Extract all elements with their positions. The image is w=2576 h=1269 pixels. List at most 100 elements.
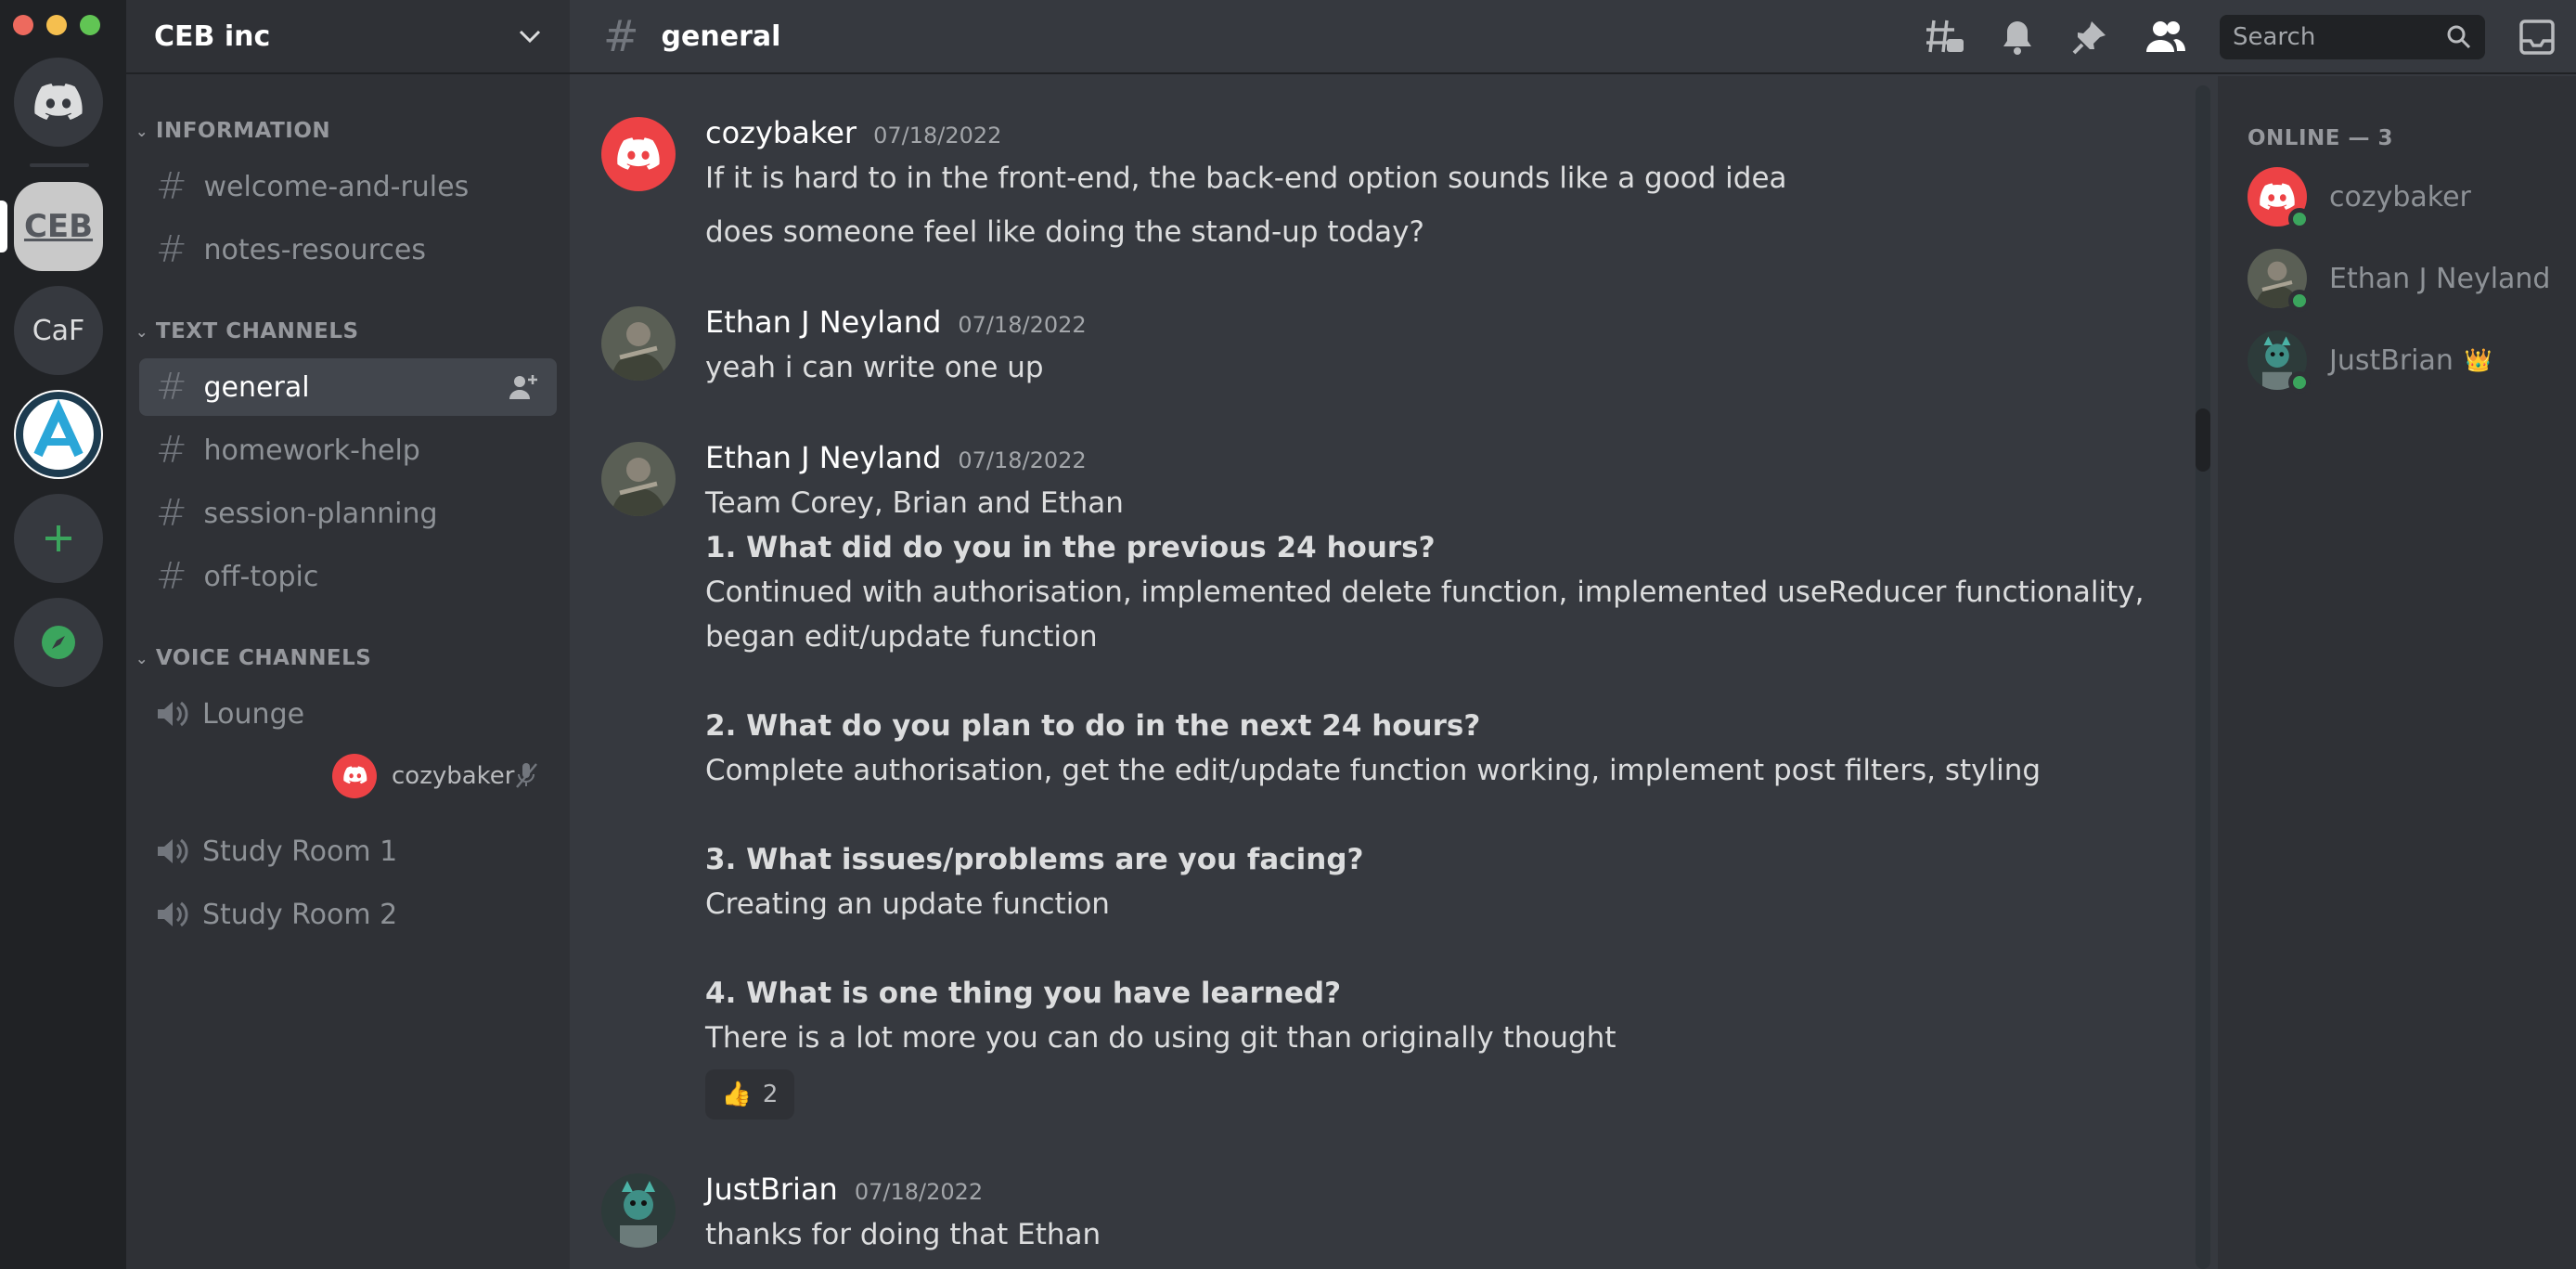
home-button[interactable] — [14, 58, 103, 147]
channel-label: welcome-and-rules — [203, 170, 470, 203]
minimize-window-button[interactable] — [46, 15, 67, 35]
member-name: Ethan J Neyland — [2329, 262, 2551, 295]
user-photo-icon — [601, 442, 676, 516]
ca-logo-icon — [16, 392, 101, 477]
message-text: yeah i can write one up — [705, 351, 1044, 384]
message-timestamp: 07/18/2022 — [958, 312, 1087, 338]
message-author[interactable]: Ethan J Neyland — [705, 304, 941, 340]
message-text: began edit/update function — [705, 620, 1098, 654]
avatar — [332, 754, 377, 798]
explore-servers-button[interactable] — [14, 598, 103, 687]
speaker-icon — [158, 901, 188, 927]
selected-server-indicator — [0, 201, 7, 253]
channel-sidebar: CEB inc ⌄ INFORMATION # welcome-and-rule… — [126, 0, 570, 1269]
avatar — [2248, 249, 2311, 312]
message-text: Team Corey, Brian and Ethan — [705, 486, 1124, 520]
message-text: does someone feel like doing the stand-u… — [705, 215, 1424, 249]
plus-icon — [45, 525, 71, 551]
server-rail: CEB CaF — [0, 0, 126, 1269]
voice-channel-study-room-1[interactable]: Study Room 1 — [139, 824, 557, 878]
category-information[interactable]: ⌄ INFORMATION — [135, 119, 330, 143]
voice-channel-label: Study Room 1 — [202, 835, 398, 868]
muted-mic-icon — [516, 763, 537, 788]
channel-label: off-topic — [203, 560, 319, 593]
channel-session-planning[interactable]: # session-planning — [139, 485, 557, 542]
add-member-icon[interactable] — [509, 373, 538, 401]
avatar[interactable] — [601, 117, 676, 191]
message-list: cozybaker 07/18/2022 If it is hard to in… — [570, 76, 2196, 1269]
member-justbrian[interactable]: JustBrian 👑 — [2248, 330, 2492, 394]
online-status-indicator — [2288, 290, 2311, 312]
threads-icon[interactable] — [1925, 19, 1965, 56]
voice-channel-label: Lounge — [202, 697, 305, 731]
member-list-icon[interactable] — [2145, 19, 2186, 56]
guild-header[interactable]: CEB inc — [126, 0, 570, 74]
server-caf[interactable]: CaF — [14, 286, 103, 375]
voice-user-cozybaker[interactable]: cozybaker — [332, 754, 515, 798]
guild-name: CEB inc — [154, 19, 271, 53]
search-icon — [2447, 25, 2471, 49]
channel-notes-resources[interactable]: # notes-resources — [139, 221, 557, 278]
channel-general[interactable]: # general — [139, 358, 557, 416]
member-name: JustBrian — [2329, 343, 2454, 377]
inbox-icon[interactable] — [2518, 19, 2556, 56]
channel-title: general — [661, 19, 781, 53]
voice-channel-lounge[interactable]: Lounge — [139, 687, 557, 741]
avatar[interactable] — [601, 1173, 676, 1248]
discord-logo-icon — [2260, 183, 2295, 210]
message-author[interactable]: JustBrian — [705, 1172, 838, 1207]
server-ca[interactable] — [14, 390, 103, 479]
channel-welcome-and-rules[interactable]: # welcome-and-rules — [139, 158, 557, 215]
zoom-window-button[interactable] — [80, 15, 100, 35]
hash-icon: # — [156, 492, 187, 535]
pin-icon[interactable] — [2071, 19, 2108, 56]
reaction-thumbs-up[interactable]: 👍 2 — [705, 1069, 794, 1120]
voice-channel-label: Study Room 2 — [202, 898, 398, 931]
scrollbar-track[interactable] — [2196, 85, 2210, 1269]
hash-icon: # — [156, 165, 187, 208]
message-timestamp: 07/18/2022 — [873, 123, 1002, 149]
search-input[interactable]: Search — [2220, 15, 2485, 59]
discord-logo-icon — [34, 84, 83, 120]
channel-off-topic[interactable]: # off-topic — [139, 548, 557, 605]
category-voice-channels[interactable]: ⌄ VOICE CHANNELS — [135, 646, 371, 670]
category-text-channels[interactable]: ⌄ TEXT CHANNELS — [135, 319, 359, 343]
notification-bell-icon[interactable] — [1999, 19, 2036, 56]
close-window-button[interactable] — [13, 15, 33, 35]
compass-icon — [42, 626, 75, 659]
member-cozybaker[interactable]: cozybaker — [2248, 167, 2471, 230]
message-timestamp: 07/18/2022 — [958, 447, 1087, 473]
message-text: There is a lot more you can do using git… — [705, 1021, 1616, 1055]
avatar[interactable] — [601, 306, 676, 381]
message-author[interactable]: cozybaker — [705, 115, 857, 150]
message-header: Ethan J Neyland 07/18/2022 — [705, 304, 1087, 340]
voice-channel-study-room-2[interactable]: Study Room 2 — [139, 887, 557, 941]
avatar — [2248, 167, 2311, 230]
user-photo-icon — [601, 1173, 676, 1248]
user-photo-icon — [601, 306, 676, 381]
channel-homework-help[interactable]: # homework-help — [139, 421, 557, 479]
add-server-button[interactable] — [14, 494, 103, 583]
message-text: If it is hard to in the front-end, the b… — [705, 162, 1787, 195]
online-status-indicator — [2288, 371, 2311, 394]
caret-down-icon: ⌄ — [135, 649, 148, 667]
message-text: Continued with authorisation, implemente… — [705, 576, 2145, 609]
avatar — [2248, 330, 2311, 394]
avatar[interactable] — [601, 442, 676, 516]
message-author[interactable]: Ethan J Neyland — [705, 440, 941, 475]
message-header: cozybaker 07/18/2022 — [705, 115, 1001, 150]
category-label: VOICE CHANNELS — [155, 646, 372, 670]
category-label: INFORMATION — [155, 119, 331, 143]
member-ethan-j-neyland[interactable]: Ethan J Neyland — [2248, 249, 2551, 312]
message-text-bold: 2. What do you plan to do in the next 24… — [705, 709, 1481, 743]
scrollbar-thumb[interactable] — [2196, 408, 2210, 472]
voice-user-name: cozybaker — [392, 762, 515, 790]
message-text: Creating an update function — [705, 887, 1110, 921]
search-placeholder: Search — [2233, 23, 2316, 51]
server-ceb[interactable]: CEB — [14, 182, 103, 271]
caret-down-icon: ⌄ — [135, 322, 148, 341]
message-text: thanks for doing that Ethan — [705, 1218, 1101, 1251]
window-controls — [13, 15, 100, 35]
discord-logo-icon — [617, 137, 660, 170]
speaker-icon — [158, 701, 188, 727]
